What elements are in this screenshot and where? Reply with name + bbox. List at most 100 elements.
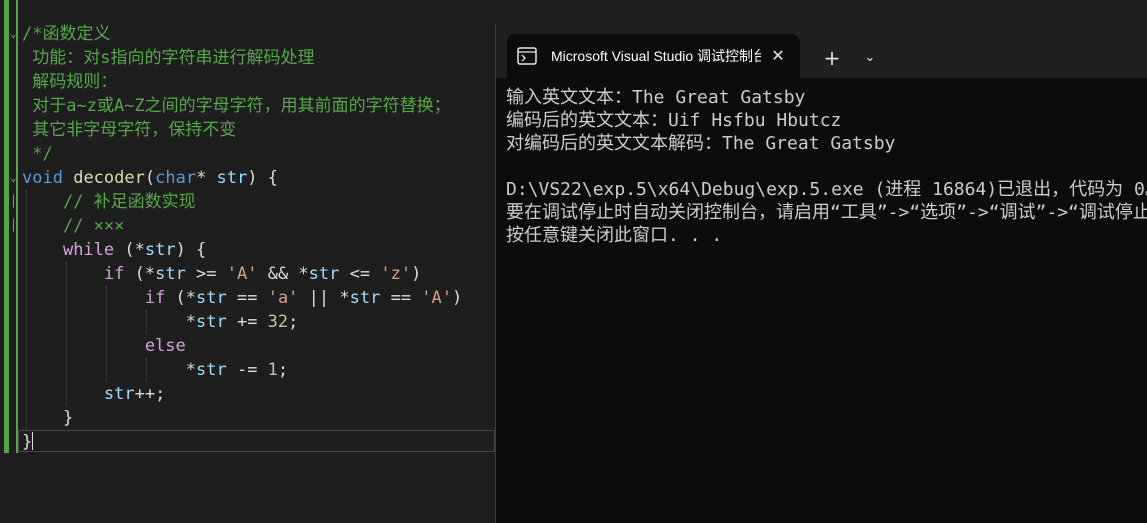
code-token: str [196,360,227,380]
code-line: *str += 32; [22,310,299,334]
code-line: */ [22,142,53,166]
console-line: D:\VS22\exp.5\x64\Debug\exp.5.exe (进程 16… [506,179,1147,200]
code-line: 对于a~z或A~Z之间的字母字符，用其前面的字符替换； [22,94,451,118]
chevron-down-icon[interactable]: ⌄ [856,44,884,72]
change-indicator-bar [4,0,9,453]
code-token: 1 [267,360,278,380]
code-token: 'a' [267,288,299,308]
current-line-highlight [18,430,495,452]
code-token: 'z' [380,264,412,284]
console-line: 要在调试停止时自动关闭控制台，请启用“工具”->“选项”->“调试”->“调试停… [506,202,1147,223]
code-token: str [308,264,340,284]
code-token: (* [165,288,197,308]
code-token: void [22,168,63,188]
code-line: // ××× [22,214,124,238]
code-line: *str -= 1; [22,358,288,382]
code-token: 32 [267,312,289,332]
code-line: void decoder(char* str) { [22,166,278,190]
code-line: else [22,334,186,358]
code-token: str [196,312,227,332]
code-token: decoder [73,168,145,188]
code-token: * [22,312,196,332]
code-token: if [144,288,166,308]
code-token: (* [114,240,145,260]
code-token: >= [185,264,227,284]
code-token: ; [277,360,289,380]
code-token: == [226,288,268,308]
code-token: str [144,240,176,260]
code-token: str [196,288,227,308]
console-tab[interactable]: Microsoft Visual Studio 调试控制台 ✕ [507,34,800,78]
code-token: -= [226,360,268,380]
fold-toggle-icon[interactable]: ⌄ [10,166,17,190]
code-token: while [62,240,115,260]
debug-console-window[interactable]: Microsoft Visual Studio 调试控制台 ✕ + ⌄ 输入英文… [495,24,1147,523]
code-line: /*函数定义 [22,22,110,46]
close-icon[interactable]: ✕ [767,45,789,67]
code-token: && * [257,264,309,284]
code-line: 解码规则： [22,70,117,94]
code-token: } [22,408,74,428]
code-token: ++; [134,384,166,404]
fold-line-marker: │ [10,219,17,232]
tab-title: Microsoft Visual Studio 调试控制台 [551,48,761,64]
code-token: ) [452,288,463,308]
code-token: ) { [175,240,207,260]
code-token: str [216,168,248,188]
code-token: == [380,288,422,308]
code-token: // 补足函数实现 [62,192,196,212]
code-token: 对于a~z或A~Z之间的字母字符，用其前面的字符替换； [22,96,451,116]
code-token: 'A' [421,288,452,308]
code-token: // ××× [62,216,125,236]
code-token: */ [22,144,53,164]
code-token: str [349,288,381,308]
fold-toggle-icon[interactable]: ⌄ [10,22,17,46]
code-line: 其它非字母字符，保持不变 [22,118,236,142]
code-token: * [22,360,196,380]
code-token: ) { [247,168,278,188]
code-token: (* [124,264,156,284]
console-output[interactable]: 输入英文文本：The Great Gatsby 编码后的英文文本：Uif Hsf… [496,78,1147,523]
console-line: 按任意键关闭此窗口. . . [506,225,723,246]
code-token: else [144,336,186,356]
console-line: 输入英文文本：The Great Gatsby [506,87,806,108]
code-line: if (*str >= 'A' && *str <= 'z') [22,262,421,286]
console-line: 编码后的英文文本：Uif Hsfbu Hbutcz [506,110,842,131]
code-token: str [155,264,186,284]
code-line: // 补足函数实现 [22,190,196,214]
console-line: 对编码后的英文文本解码：The Great Gatsby [506,133,896,154]
code-line: if (*str == 'a' || *str == 'A') [22,286,462,310]
code-token: 'A' [226,264,258,284]
code-token: ( [144,168,156,188]
code-line: 功能：对s指向的字符串进行解码处理 [22,46,314,70]
code-token: str [103,384,135,404]
code-token: ) [411,264,422,284]
new-tab-button[interactable]: + [818,44,846,72]
fold-line-marker: │ [10,195,17,208]
code-token: || * [298,288,350,308]
code-token: char [155,168,197,188]
code-token: 其它非字母字符，保持不变 [22,120,237,140]
code-line: str++; [22,382,165,406]
code-token: * [196,168,217,188]
code-token: <= [339,264,381,284]
code-token: 解码规则： [22,72,118,92]
code-token: 功能：对s指向的字符串进行解码处理 [22,48,315,68]
code-token: += [226,312,268,332]
code-line: } [22,406,73,430]
code-line: while (*str) { [22,238,206,262]
editor-empty-area[interactable] [0,453,495,523]
text-caret [32,432,33,450]
code-token: /*函数定义 [22,24,111,44]
terminal-icon [517,47,537,65]
tab-strip: Microsoft Visual Studio 调试控制台 ✕ + ⌄ [496,24,1147,78]
code-token: ; [288,312,299,332]
